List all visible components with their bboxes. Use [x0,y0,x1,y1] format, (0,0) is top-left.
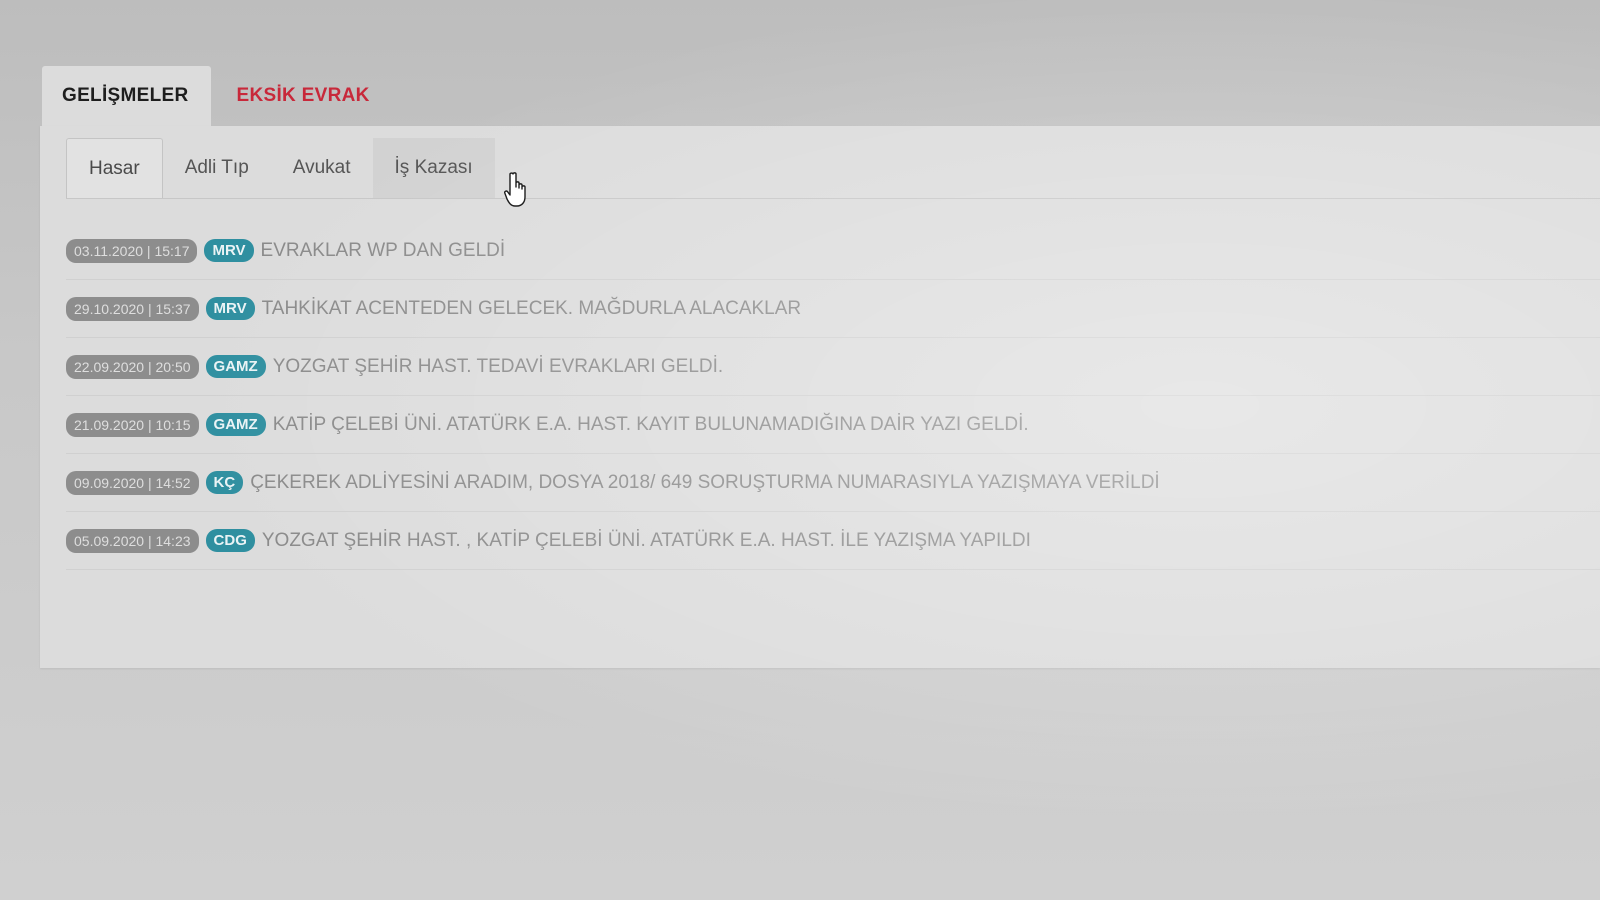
entry-text: KATİP ÇELEBİ ÜNİ. ATATÜRK E.A. HAST. KAY… [272,413,1029,435]
date-badge: 09.09.2020 | 14:52 [66,470,199,495]
date-badge: 22.09.2020 | 20:50 [66,354,199,379]
feed-entry: 03.11.2020 | 15:17 MRV EVRAKLAR WP DAN G… [66,222,1600,280]
feed-entry: 09.09.2020 | 14:52 KÇ ÇEKEREK ADLİYESİNİ… [66,454,1600,512]
sub-tab-avukat[interactable]: Avukat [271,138,373,198]
tab-eksik-evrak[interactable]: EKSİK EVRAK [211,66,392,126]
sub-tabs: Hasar Adli Tıp Avukat İş Kazası [66,138,495,198]
date-badge: 21.09.2020 | 10:15 [66,412,199,437]
date-badge: 05.09.2020 | 14:23 [66,528,199,553]
user-badge: CDG [205,529,255,552]
entry-text: YOZGAT ŞEHİR HAST. TEDAVİ EVRAKLARI GELD… [272,355,724,377]
sub-tab-is-kazasi[interactable]: İş Kazası [372,138,495,198]
user-badge: GAMZ [205,355,266,378]
tab-gelismeler[interactable]: GELİŞMELER [42,66,211,126]
sub-tab-hasar[interactable]: Hasar [66,138,163,198]
sub-tab-adli-tip[interactable]: Adli Tıp [163,138,271,198]
entry-text: TAHKİKAT ACENTEDEN GELECEK. MAĞDURLA ALA… [261,297,802,319]
main-tabs: GELİŞMELER EKSİK EVRAK [42,66,392,126]
sub-tabs-divider [66,198,1600,199]
user-badge: MRV [204,239,254,262]
entry-text: EVRAKLAR WP DAN GELDİ [260,239,506,261]
feed-entry: 21.09.2020 | 10:15 GAMZ KATİP ÇELEBİ ÜNİ… [66,396,1600,454]
date-badge: 29.10.2020 | 15:37 [66,296,199,321]
feed-entry: 05.09.2020 | 14:23 CDG YOZGAT ŞEHİR HAST… [66,512,1600,570]
hand-pointer-icon [504,172,526,207]
screen: GELİŞMELER EKSİK EVRAK Hasar Adli Tıp Av… [0,0,1600,900]
date-badge: 03.11.2020 | 15:17 [66,238,198,263]
activity-feed: 03.11.2020 | 15:17 MRV EVRAKLAR WP DAN G… [66,222,1600,570]
entry-text: YOZGAT ŞEHİR HAST. , KATİP ÇELEBİ ÜNİ. A… [261,529,1031,551]
entry-text: ÇEKEREK ADLİYESİNİ ARADIM, DOSYA 2018/ 6… [250,471,1160,493]
feed-entry: 29.10.2020 | 15:37 MRV TAHKİKAT ACENTEDE… [66,280,1600,338]
user-badge: GAMZ [205,413,266,436]
feed-entry: 22.09.2020 | 20:50 GAMZ YOZGAT ŞEHİR HAS… [66,338,1600,396]
user-badge: KÇ [205,471,244,494]
user-badge: MRV [205,297,255,320]
